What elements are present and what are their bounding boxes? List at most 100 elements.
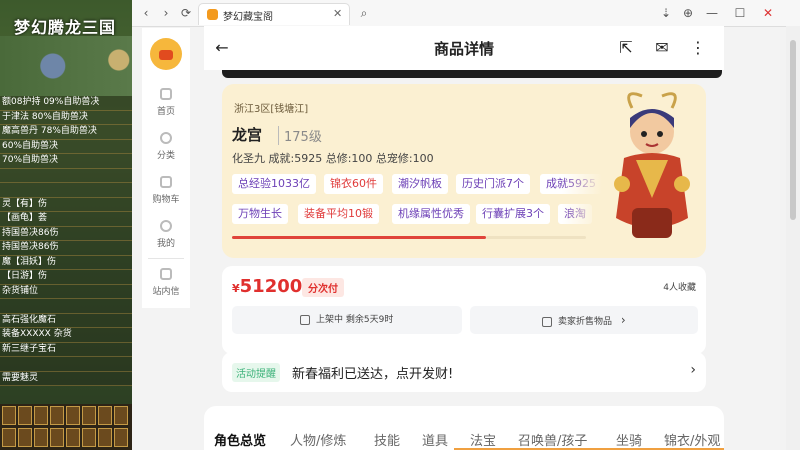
game-skill-slot[interactable]	[34, 428, 48, 447]
listing-status: 上架中 剩余5天9时	[232, 306, 462, 334]
mail-icon[interactable]: ✉	[652, 38, 672, 58]
game-skill-slot[interactable]	[114, 406, 128, 425]
game-skill-slot[interactable]	[66, 406, 80, 425]
refresh-icon[interactable]: ⟳	[178, 5, 194, 21]
globe-icon[interactable]: ⊕	[680, 5, 696, 21]
game-title: 梦幻腾龙三国	[14, 18, 117, 37]
game-chat-line	[0, 357, 132, 372]
game-chat-line: 高石强化魔石	[0, 313, 132, 328]
browser-tab[interactable]: 梦幻藏宝阁 ✕	[198, 3, 350, 25]
game-skill-slot[interactable]	[98, 428, 112, 447]
tab-treasures[interactable]: 法宝	[470, 430, 496, 449]
page-scrollbar[interactable]	[786, 26, 800, 450]
tab-items[interactable]: 道具	[422, 430, 448, 449]
content-tabs: 角色总览 人物/修炼 技能 道具 法宝 召唤兽/孩子 坐骑 锦衣/外观	[204, 406, 724, 450]
game-skill-slot[interactable]	[82, 428, 96, 447]
game-chat-line	[0, 168, 132, 183]
category-icon	[160, 132, 172, 144]
price: ¥51200	[232, 276, 302, 297]
minimize-icon[interactable]: —	[704, 5, 720, 21]
game-skill-slot[interactable]	[66, 428, 80, 447]
game-chat-line	[0, 299, 132, 314]
mail-icon	[160, 268, 172, 280]
favorites-count: 4人收藏	[663, 283, 696, 293]
sidebar-item-category[interactable]: 分类	[142, 132, 190, 161]
more-icon[interactable]: ⋮	[688, 38, 708, 58]
game-chat-line: 额08护持 09%自助兽决	[0, 96, 132, 111]
scrollbar-thumb[interactable]	[790, 40, 796, 220]
game-chat-line: 杂货铺位	[0, 284, 132, 299]
sidebar-item-mine[interactable]: 我的	[142, 220, 190, 249]
game-chat-line: 持国兽决86伤	[0, 226, 132, 241]
character-card: 浙江3区[钱塘江] 龙宫 175级 化圣九 成就:5925 总修:100 总宠修…	[222, 84, 706, 258]
sidebar-item-home[interactable]: 首页	[142, 88, 190, 117]
tab-outfits[interactable]: 锦衣/外观	[664, 430, 720, 449]
game-skill-slot[interactable]	[2, 406, 16, 425]
game-skill-slot[interactable]	[50, 406, 64, 425]
page-header: ← 商品详情 ⇱ ✉ ⋮	[204, 26, 724, 70]
game-skill-slot[interactable]	[50, 428, 64, 447]
game-skill-slot[interactable]	[18, 428, 32, 447]
highlight-tag: 潮汐帆板	[392, 174, 448, 194]
game-skill-slot[interactable]	[2, 428, 16, 447]
game-chat-line: 新三继子宝石	[0, 342, 132, 357]
tab-character[interactable]: 人物/修炼	[290, 430, 346, 449]
game-chat-line: 持国兽决86伤	[0, 241, 132, 256]
server-name: 浙江3区[钱塘江]	[234, 104, 309, 115]
tab-title: 梦幻藏宝阁	[223, 12, 273, 23]
sidebar-item-label: 购物车	[152, 195, 180, 205]
tab-skills[interactable]: 技能	[374, 430, 400, 449]
sidebar-item-cart[interactable]: 购物车	[142, 176, 190, 205]
search-icon[interactable]: ⌕	[356, 5, 372, 21]
game-window: 梦幻腾龙三国 额08护持 09%自助兽决 于津法 80%自助兽决 魔高兽丹 78…	[0, 0, 132, 450]
listing-status-text: 上架中 剩余5天9时	[316, 315, 394, 325]
game-chat-list: 额08护持 09%自助兽决 于津法 80%自助兽决 魔高兽丹 78%自助兽决 6…	[0, 96, 132, 386]
installment-badge[interactable]: 分次付	[302, 278, 344, 297]
browser-top-bar: ‹ › ⟳ 梦幻藏宝阁 ✕ ⌕ ⇣ ⊕ — ☐ ✕	[132, 0, 800, 27]
download-icon[interactable]: ⇣	[658, 5, 674, 21]
seller-items-label: 卖家折售物品	[558, 317, 613, 327]
activity-text: 新春福利已送达，点开发财!	[292, 367, 454, 382]
game-skill-slot[interactable]	[98, 406, 112, 425]
game-chat-line: 【日游】伤	[0, 270, 132, 285]
game-chat-line: 魔【泪妖】伤	[0, 255, 132, 270]
activity-banner[interactable]: 活动提醒 新春福利已送达，点开发财! ›	[222, 352, 706, 392]
game-chat-line: 需要魅灵	[0, 371, 132, 386]
highlight-tag: 锦衣60件	[324, 174, 383, 194]
tags-scroll-track	[486, 236, 586, 239]
back-icon[interactable]: ‹	[138, 5, 154, 21]
game-skill-slot[interactable]	[34, 406, 48, 425]
tab-mounts[interactable]: 坐骑	[616, 430, 642, 449]
site-favicon-icon	[207, 9, 218, 20]
close-window-icon[interactable]: ✕	[760, 5, 776, 21]
game-skill-bar	[0, 404, 132, 450]
sidebar-item-label: 站内信	[152, 287, 180, 297]
maximize-icon[interactable]: ☐	[732, 5, 748, 21]
tab-overview[interactable]: 角色总览	[214, 430, 266, 449]
game-skill-slot[interactable]	[114, 428, 128, 447]
sidebar-item-label: 首页	[156, 107, 175, 117]
sidebar-item-messages[interactable]: 站内信	[142, 268, 190, 297]
game-characters-art	[0, 36, 132, 96]
character-level: 175级	[278, 126, 322, 145]
game-chat-line: 【画龟】荟	[0, 212, 132, 227]
close-tab-icon[interactable]: ✕	[333, 7, 342, 20]
share-icon[interactable]: ⇱	[616, 38, 636, 58]
character-school: 龙宫	[232, 126, 263, 144]
forward-icon[interactable]: ›	[158, 5, 174, 21]
game-chat-line	[0, 183, 132, 198]
game-chat-line: 于津法 80%自助兽决	[0, 110, 132, 125]
game-skill-slot[interactable]	[18, 406, 32, 425]
game-skill-slot[interactable]	[82, 406, 96, 425]
store-icon	[542, 316, 552, 327]
currency-symbol: ¥	[232, 282, 240, 295]
page-title: 商品详情	[433, 40, 494, 58]
character-avatar-image	[614, 92, 690, 238]
price-card: ¥51200 分次付 4人收藏 上架中 剩余5天9时 卖家折售物品 ›	[222, 266, 706, 354]
highlight-tag: 行囊扩展3个	[476, 204, 550, 224]
seller-items-link[interactable]: 卖家折售物品 ›	[470, 306, 698, 334]
tab-pets[interactable]: 召唤兽/孩子	[518, 430, 587, 449]
cart-icon	[160, 176, 172, 188]
app-logo[interactable]	[150, 38, 182, 70]
browser-window: ‹ › ⟳ 梦幻藏宝阁 ✕ ⌕ ⇣ ⊕ — ☐ ✕ 首页 分类 购物车 我的 站…	[132, 0, 800, 450]
